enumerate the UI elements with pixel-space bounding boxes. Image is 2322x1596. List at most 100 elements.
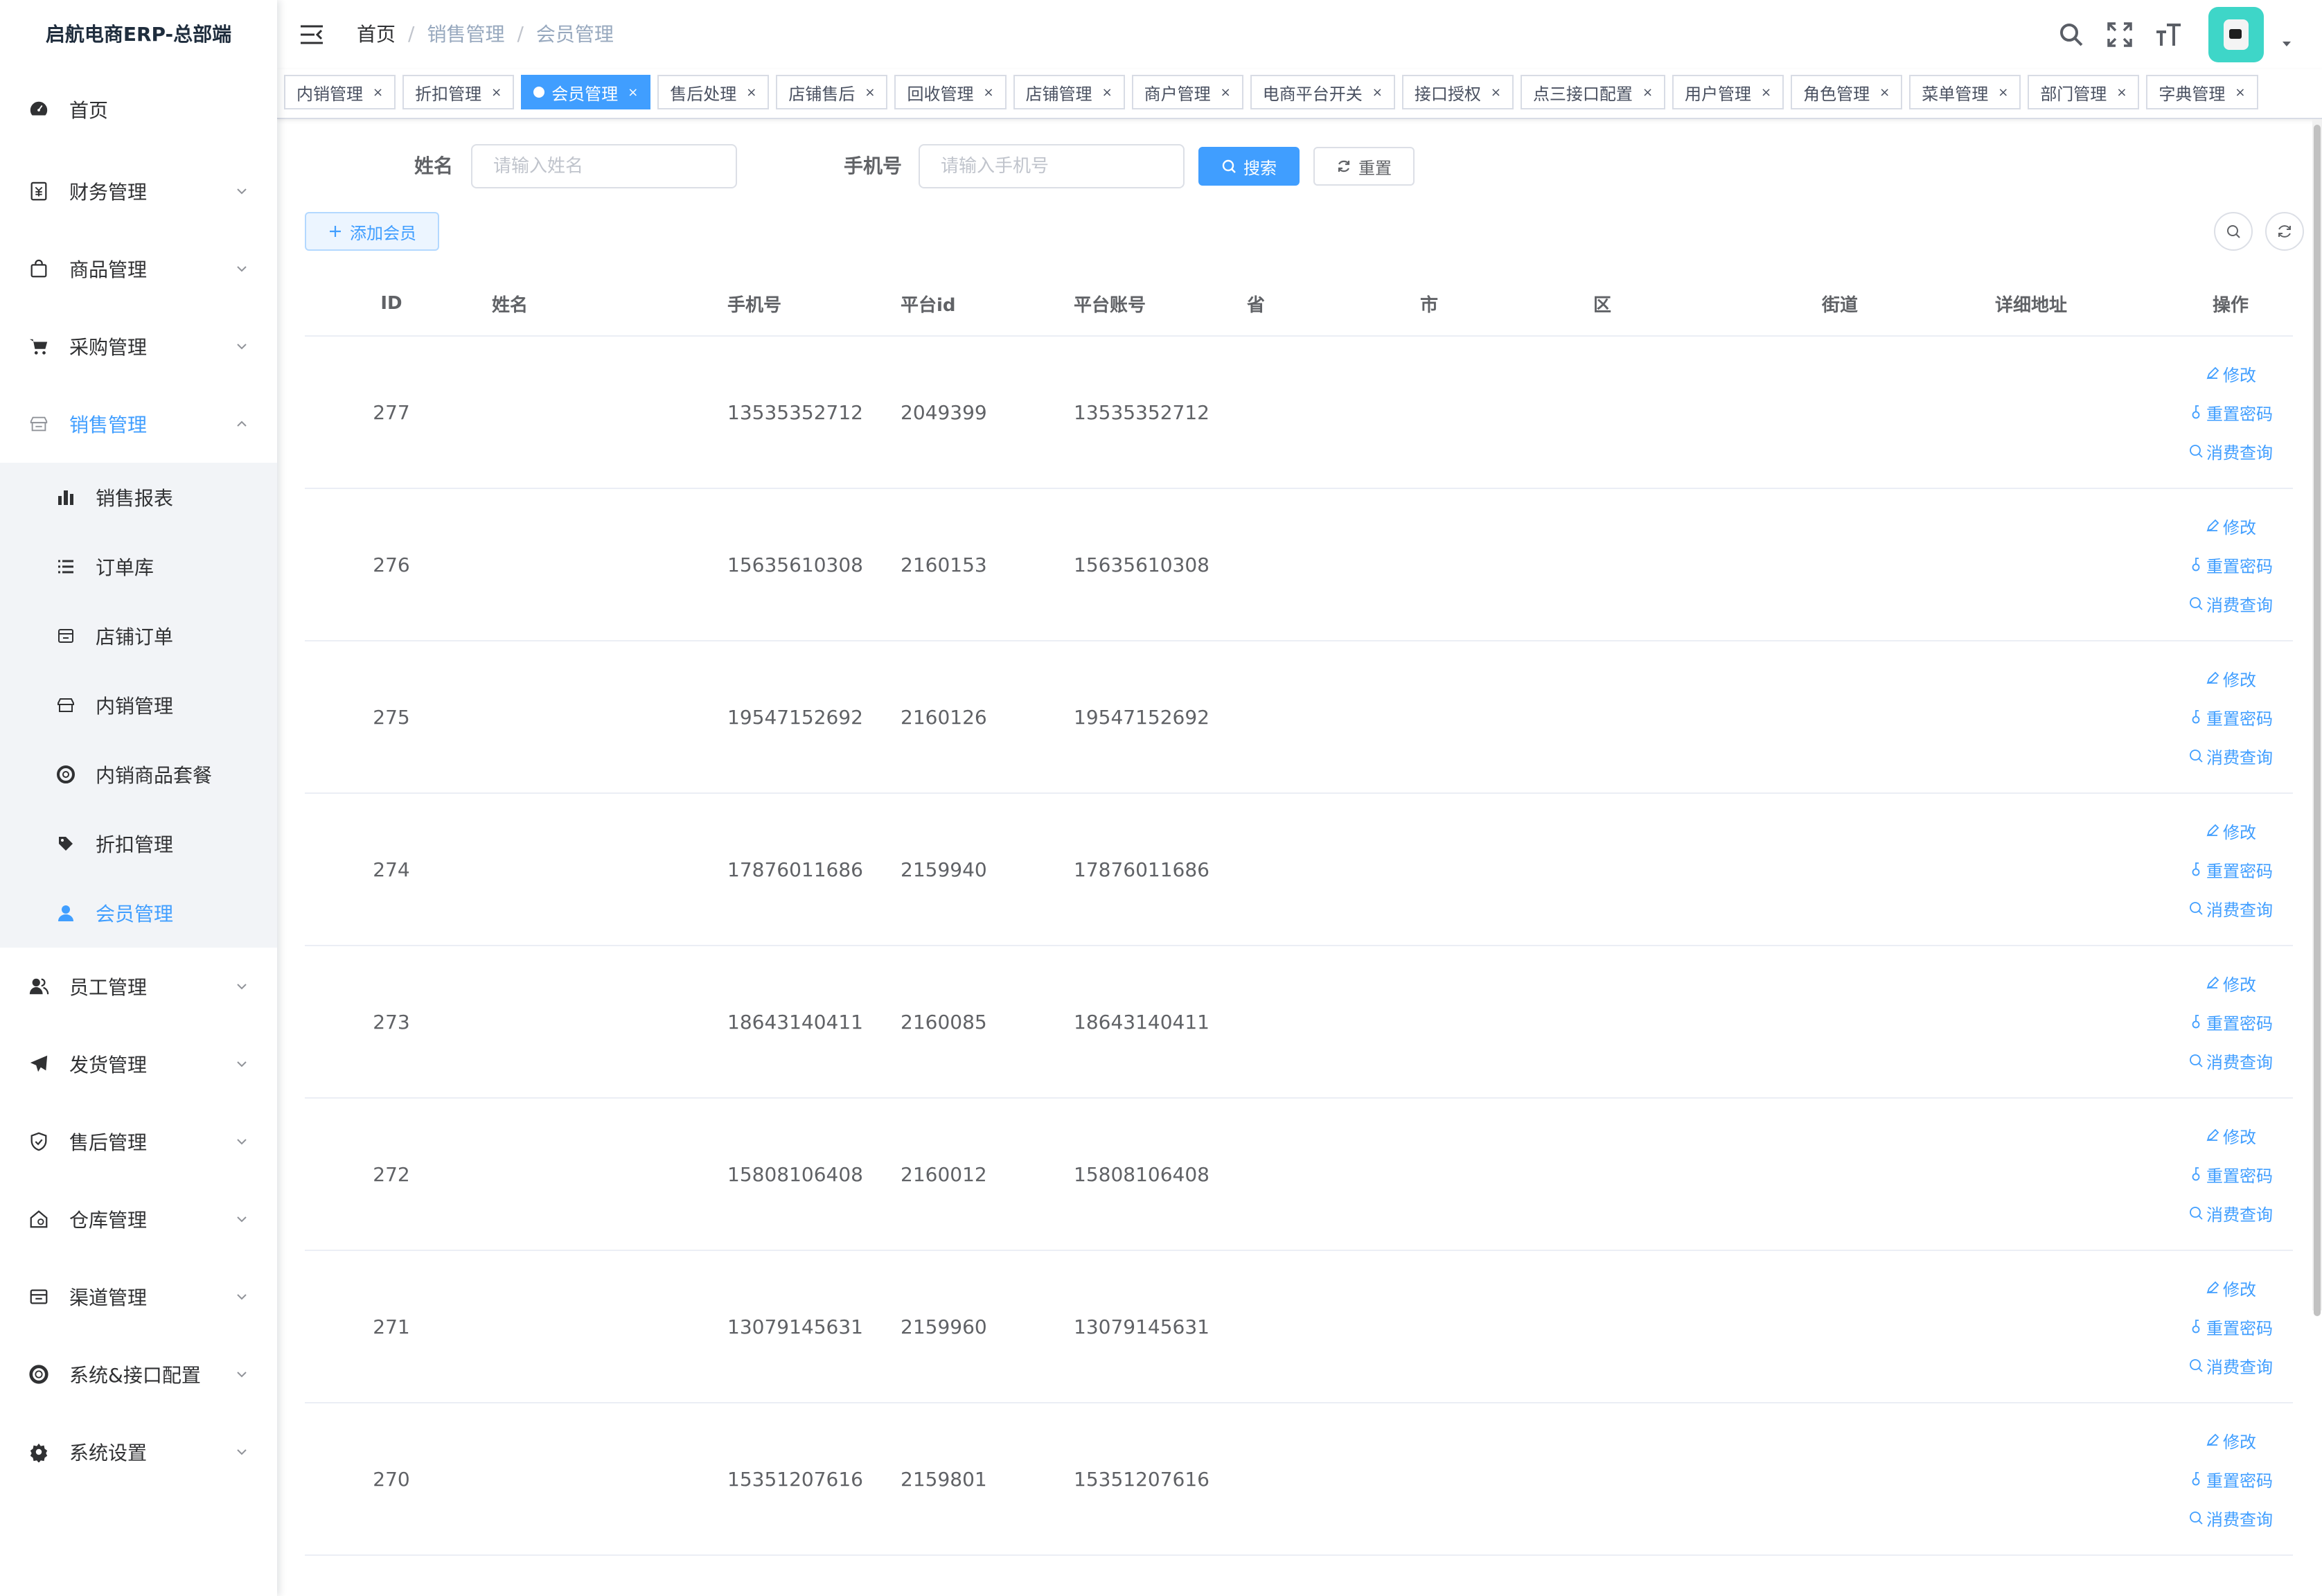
close-icon[interactable]: × [1491, 85, 1501, 100]
breadcrumb-home[interactable]: 首页 [357, 19, 396, 47]
search-button[interactable]: 搜索 [1198, 147, 1300, 186]
close-icon[interactable]: × [2116, 85, 2127, 100]
edit-link[interactable]: 修改 [2169, 1268, 2292, 1307]
consume-query-link[interactable]: 消费查询 [2169, 1346, 2292, 1385]
tag-6[interactable]: 店铺管理 × [1013, 75, 1125, 109]
hamburger-icon[interactable] [298, 21, 326, 48]
sidebar-item-finance[interactable]: 财务管理 [0, 152, 277, 230]
sidebar-item-warehouse[interactable]: 仓库管理 [0, 1180, 277, 1258]
cell-street [1822, 641, 1995, 794]
toggle-search-button[interactable] [2214, 212, 2253, 251]
sidebar-item-channel[interactable]: 渠道管理 [0, 1258, 277, 1336]
tag-11[interactable]: 用户管理 × [1672, 75, 1784, 109]
reset-password-link[interactable]: 重置密码 [2169, 1155, 2292, 1194]
name-input[interactable]: 请输入姓名 [471, 144, 737, 188]
consume-query-link[interactable]: 消费查询 [2169, 432, 2292, 470]
tag-4[interactable]: 店铺售后 × [776, 75, 888, 109]
refresh-table-button[interactable] [2265, 212, 2304, 251]
add-member-button[interactable]: 添加会员 [305, 212, 439, 251]
sidebar-item-staff[interactable]: 员工管理 [0, 948, 277, 1025]
tag-0[interactable]: 内销管理 × [284, 75, 396, 109]
tags-view: 内销管理 × 折扣管理 × 会员管理 × 售后处理 × 店铺售后 × 回收管理 × 店铺管理 × 商户管理 ×… [277, 69, 2322, 119]
consume-query-link[interactable]: 消费查询 [2169, 889, 2292, 928]
tag-7[interactable]: 商户管理 × [1131, 75, 1243, 109]
sidebar-item-discount[interactable]: 折扣管理 [0, 809, 277, 878]
tag-9[interactable]: 接口授权 × [1401, 75, 1514, 109]
close-icon[interactable]: × [1761, 85, 1771, 100]
sidebar-item-home[interactable]: 首页 [0, 66, 277, 152]
avatar[interactable] [2208, 7, 2264, 62]
reset-password-link[interactable]: 重置密码 [2169, 850, 2292, 889]
edit-link[interactable]: 修改 [2169, 1421, 2292, 1460]
sidebar-item-after-sales[interactable]: 售后管理 [0, 1103, 277, 1180]
tag-2[interactable]: 会员管理 × [521, 75, 651, 109]
consume-query-link[interactable]: 消费查询 [2169, 1041, 2292, 1080]
cell-phone: 17876011686 [727, 793, 901, 946]
cell-street [1822, 488, 1995, 641]
close-icon[interactable]: × [1221, 85, 1231, 100]
edit-link[interactable]: 修改 [2169, 506, 2292, 545]
edit-link[interactable]: 修改 [2169, 811, 2292, 850]
close-icon[interactable]: × [983, 85, 993, 100]
consume-query-link[interactable]: 消费查询 [2169, 1194, 2292, 1232]
tag-8[interactable]: 电商平台开关 × [1250, 75, 1395, 109]
vertical-scrollbar[interactable] [2312, 119, 2322, 1316]
tag-3[interactable]: 售后处理 × [657, 75, 770, 109]
tag-13[interactable]: 菜单管理 × [1909, 75, 2021, 109]
tag-15[interactable]: 字典管理 × [2146, 75, 2258, 109]
consume-query-link[interactable]: 消费查询 [2169, 1498, 2292, 1537]
tag-label: 商户管理 [1144, 84, 1211, 104]
close-icon[interactable]: × [491, 85, 502, 100]
fullscreen-icon[interactable] [2104, 19, 2135, 50]
cell-name [478, 488, 727, 641]
edit-link[interactable]: 修改 [2169, 659, 2292, 698]
close-icon[interactable]: × [746, 85, 756, 100]
consume-query-link[interactable]: 消费查询 [2169, 584, 2292, 623]
close-icon[interactable]: × [865, 85, 875, 100]
tag-1[interactable]: 折扣管理 × [402, 75, 515, 109]
tag-label: 点三接口配置 [1532, 84, 1633, 104]
search-icon[interactable] [2056, 19, 2086, 50]
tag-14[interactable]: 部门管理 × [2028, 75, 2140, 109]
close-icon[interactable]: × [1102, 85, 1113, 100]
font-size-icon[interactable] [2153, 19, 2183, 50]
close-icon[interactable]: × [1642, 85, 1653, 100]
reset-button[interactable]: 重置 [1313, 147, 1415, 186]
edit-link[interactable]: 修改 [2169, 354, 2292, 393]
reset-password-link[interactable]: 重置密码 [2169, 1307, 2292, 1346]
sidebar-item-system-interface[interactable]: 系统&接口配置 [0, 1336, 277, 1413]
close-icon[interactable]: × [373, 85, 383, 100]
sidebar-item-purchase[interactable]: 采购管理 [0, 308, 277, 385]
caret-down-icon[interactable] [2279, 36, 2294, 51]
sidebar-item-internal-sales[interactable]: 内销管理 [0, 671, 277, 740]
sidebar-item-system-settings[interactable]: 系统设置 [0, 1413, 277, 1491]
reset-password-link[interactable]: 重置密码 [2169, 698, 2292, 736]
phone-input[interactable]: 请输入手机号 [919, 144, 1185, 188]
reset-password-link[interactable]: 重置密码 [2169, 393, 2292, 432]
close-icon[interactable]: × [1879, 85, 1890, 100]
edit-link[interactable]: 修改 [2169, 1116, 2292, 1155]
close-icon[interactable]: × [628, 85, 638, 100]
sidebar-item-sales-report[interactable]: 销售报表 [0, 463, 277, 532]
tag-label: 部门管理 [2040, 84, 2107, 104]
close-icon[interactable]: × [2235, 85, 2245, 100]
tag-12[interactable]: 角色管理 × [1791, 75, 1903, 109]
search-icon [2190, 1359, 2203, 1372]
sidebar-item-store-orders[interactable]: 店铺订单 [0, 601, 277, 671]
reset-password-link[interactable]: 重置密码 [2169, 1460, 2292, 1498]
sidebar-item-sales[interactable]: 销售管理 [0, 385, 277, 463]
close-icon[interactable]: × [1998, 85, 2008, 100]
reset-password-link[interactable]: 重置密码 [2169, 545, 2292, 584]
edit-link[interactable]: 修改 [2169, 964, 2292, 1002]
sidebar-item-shipping[interactable]: 发货管理 [0, 1025, 277, 1103]
sidebar-item-order-library[interactable]: 订单库 [0, 532, 277, 601]
sidebar-item-member[interactable]: 会员管理 [0, 878, 277, 948]
close-icon[interactable]: × [1372, 85, 1383, 100]
tag-10[interactable]: 点三接口配置 × [1520, 75, 1666, 109]
reset-password-link[interactable]: 重置密码 [2169, 1002, 2292, 1041]
tag-5[interactable]: 回收管理 × [894, 75, 1007, 109]
sidebar-item-goods[interactable]: 商品管理 [0, 230, 277, 308]
sidebar-item-internal-package[interactable]: 内销商品套餐 [0, 740, 277, 809]
scrollbar-thumb[interactable] [2314, 125, 2321, 1316]
consume-query-link[interactable]: 消费查询 [2169, 736, 2292, 775]
